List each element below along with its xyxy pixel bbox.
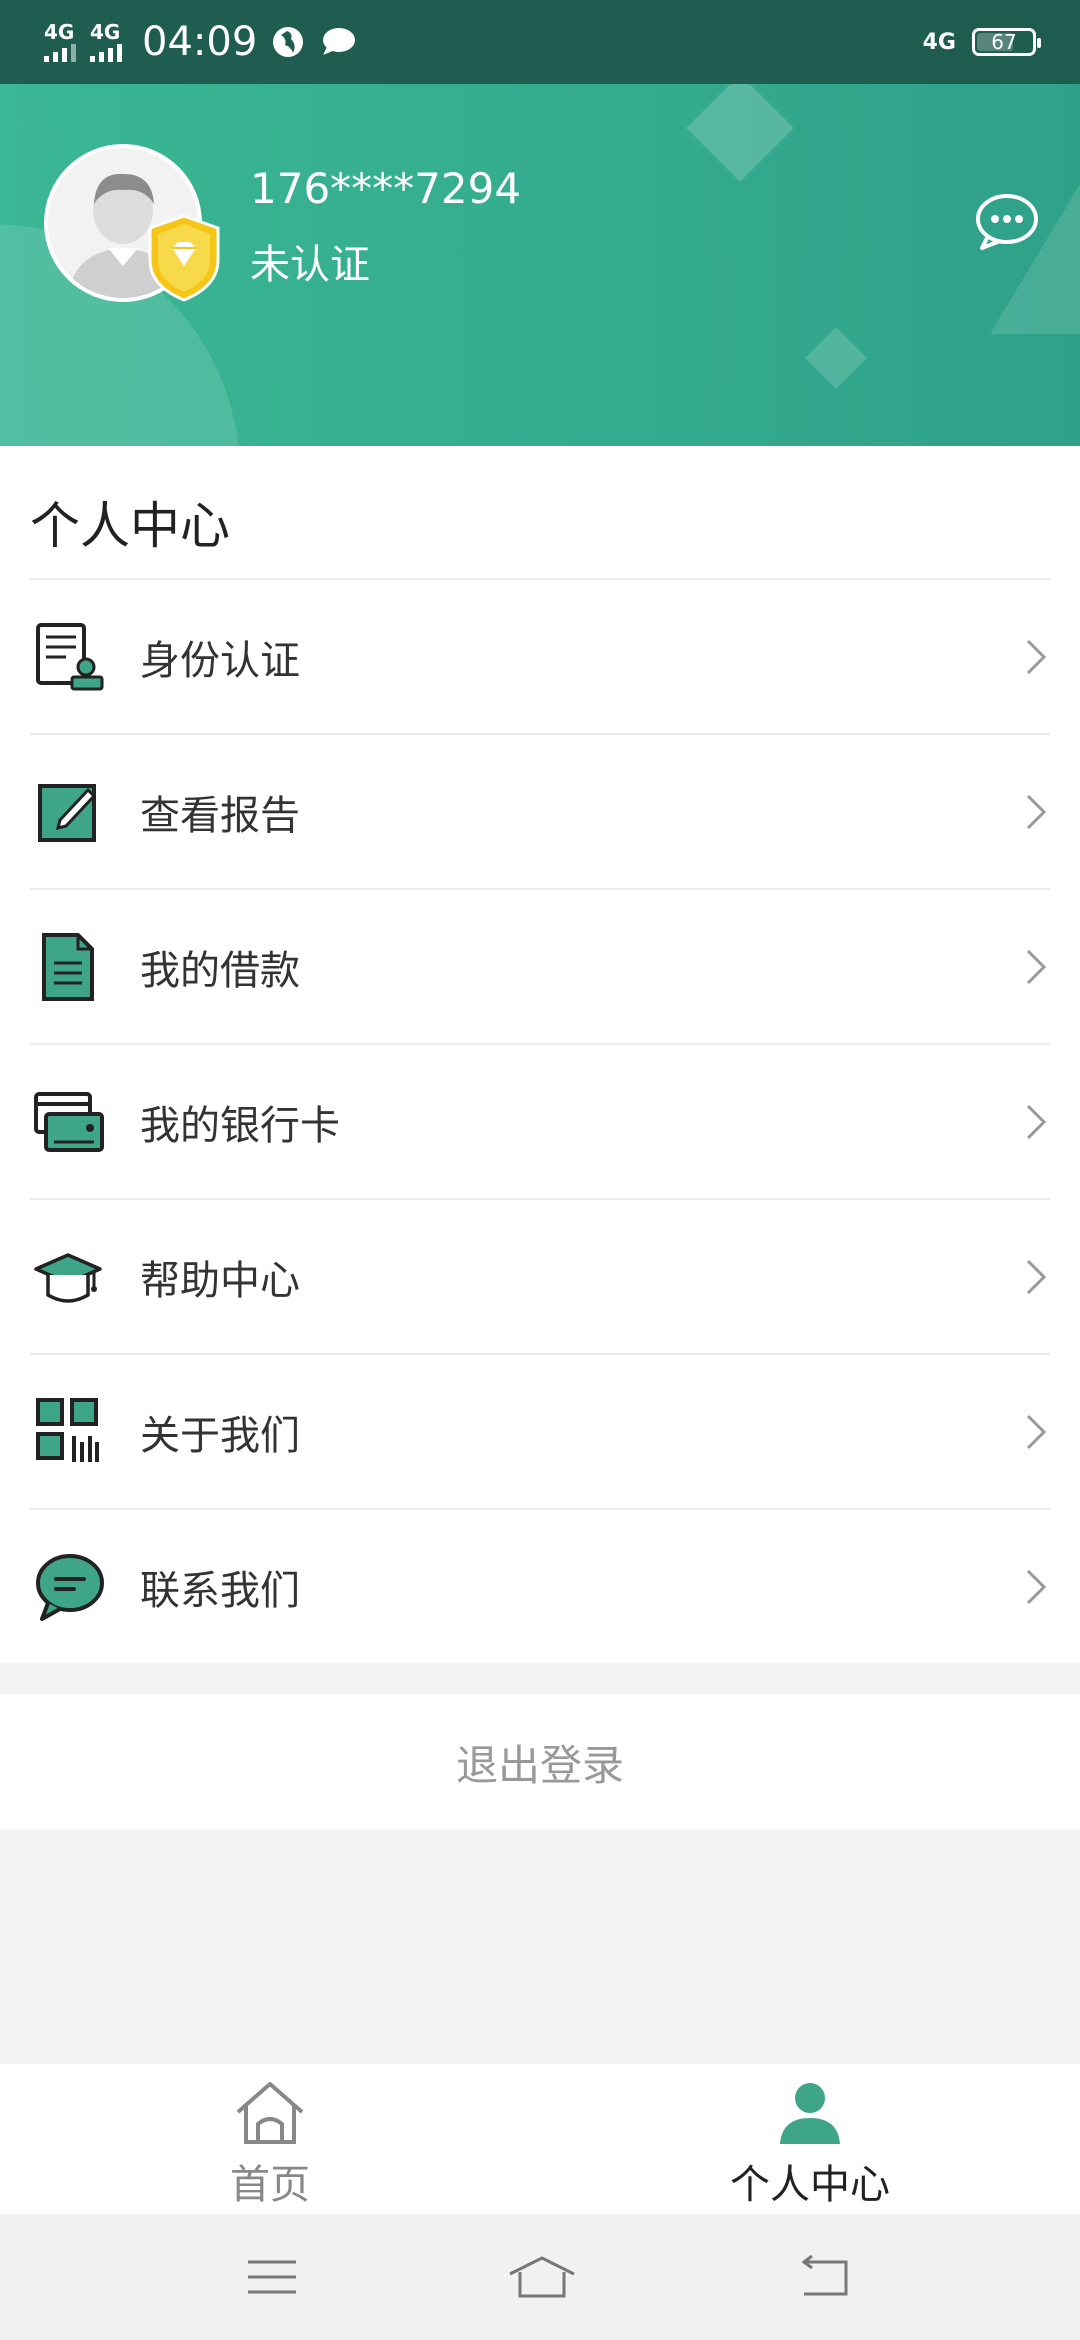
back-icon[interactable] <box>796 2252 856 2302</box>
decor-diamond-small <box>804 326 868 390</box>
chevron-right-icon <box>1026 1569 1047 1604</box>
tab-profile[interactable]: 个人中心 <box>540 2064 1080 2214</box>
menu-item-bank-card[interactable]: 我的银行卡 <box>30 1043 1050 1198</box>
tab-home[interactable]: 首页 <box>0 2064 540 2214</box>
person-icon <box>780 2083 840 2144</box>
menu-item-help[interactable]: 帮助中心 <box>30 1198 1050 1353</box>
edit-report-icon <box>32 776 104 848</box>
bank-card-icon <box>32 1086 104 1158</box>
chevron-right-icon <box>1026 1259 1047 1294</box>
home-nav-icon[interactable] <box>506 2252 578 2302</box>
chevron-right-icon <box>1026 1414 1047 1449</box>
menu-item-label: 我的银行卡 <box>140 1102 340 1149</box>
tab-profile-label: 个人中心 <box>730 2162 890 2208</box>
battery-icon: 67 <box>972 28 1041 56</box>
menu-item-id-verify[interactable]: 身份认证 <box>30 578 1050 733</box>
chevron-right-icon <box>1026 639 1047 674</box>
vip-shield-icon <box>148 214 220 302</box>
status-bar: 4G 4G 04:09 4G 67 <box>0 0 1080 84</box>
menu-item-loans[interactable]: 我的借款 <box>30 888 1050 1043</box>
globe-icon <box>273 27 304 57</box>
chevron-right-icon <box>1026 949 1047 984</box>
decor-diamond <box>686 84 794 182</box>
bottom-tab-bar: 首页 个人中心 <box>0 2064 1080 2214</box>
section-title: 个人中心 <box>30 497 230 555</box>
tab-home-label: 首页 <box>230 2162 310 2208</box>
sim1-label: 4G <box>44 20 75 44</box>
message-icon[interactable] <box>974 192 1040 252</box>
menu-section: 个人中心 身份认证 查看报告 我的借款 我的银行卡 帮助中心 关于我们 联系我们 <box>0 446 1080 1663</box>
menu-item-report[interactable]: 查看报告 <box>30 733 1050 888</box>
id-verify-icon <box>32 621 104 693</box>
signal-icon-2: 4G <box>90 22 122 62</box>
qr-code-icon <box>32 1396 104 1468</box>
chevron-right-icon <box>1026 1104 1047 1139</box>
phone-number: 176****7294 <box>250 164 522 213</box>
menu-item-about[interactable]: 关于我们 <box>30 1353 1050 1508</box>
sim2-label: 4G <box>90 20 121 44</box>
document-icon <box>32 931 104 1003</box>
network-4g-label: 4G <box>922 29 956 55</box>
clock: 04:09 <box>142 19 258 65</box>
menu-item-label: 关于我们 <box>140 1412 300 1459</box>
logout-button[interactable]: 退出登录 <box>0 1694 1080 1830</box>
menu-item-label: 查看报告 <box>140 792 300 839</box>
menu-item-label: 帮助中心 <box>140 1257 300 1304</box>
signal-icon: 4G <box>44 22 76 62</box>
graduation-cap-icon <box>32 1241 104 1313</box>
system-nav-bar <box>0 2214 1080 2340</box>
menu-item-label: 联系我们 <box>140 1567 300 1614</box>
chat-notification-icon <box>323 28 356 55</box>
battery-level: 67 <box>991 30 1017 54</box>
home-icon <box>236 2082 304 2144</box>
profile-header: 176****7294 未认证 <box>0 84 1080 446</box>
menu-item-contact[interactable]: 联系我们 <box>30 1508 1050 1663</box>
chevron-right-icon <box>1026 794 1047 829</box>
chat-bubble-icon <box>32 1551 104 1623</box>
menu-icon[interactable] <box>242 2252 302 2302</box>
cert-status: 未认证 <box>250 242 370 288</box>
menu-item-label: 身份认证 <box>140 637 300 684</box>
menu-item-label: 我的借款 <box>140 947 300 994</box>
